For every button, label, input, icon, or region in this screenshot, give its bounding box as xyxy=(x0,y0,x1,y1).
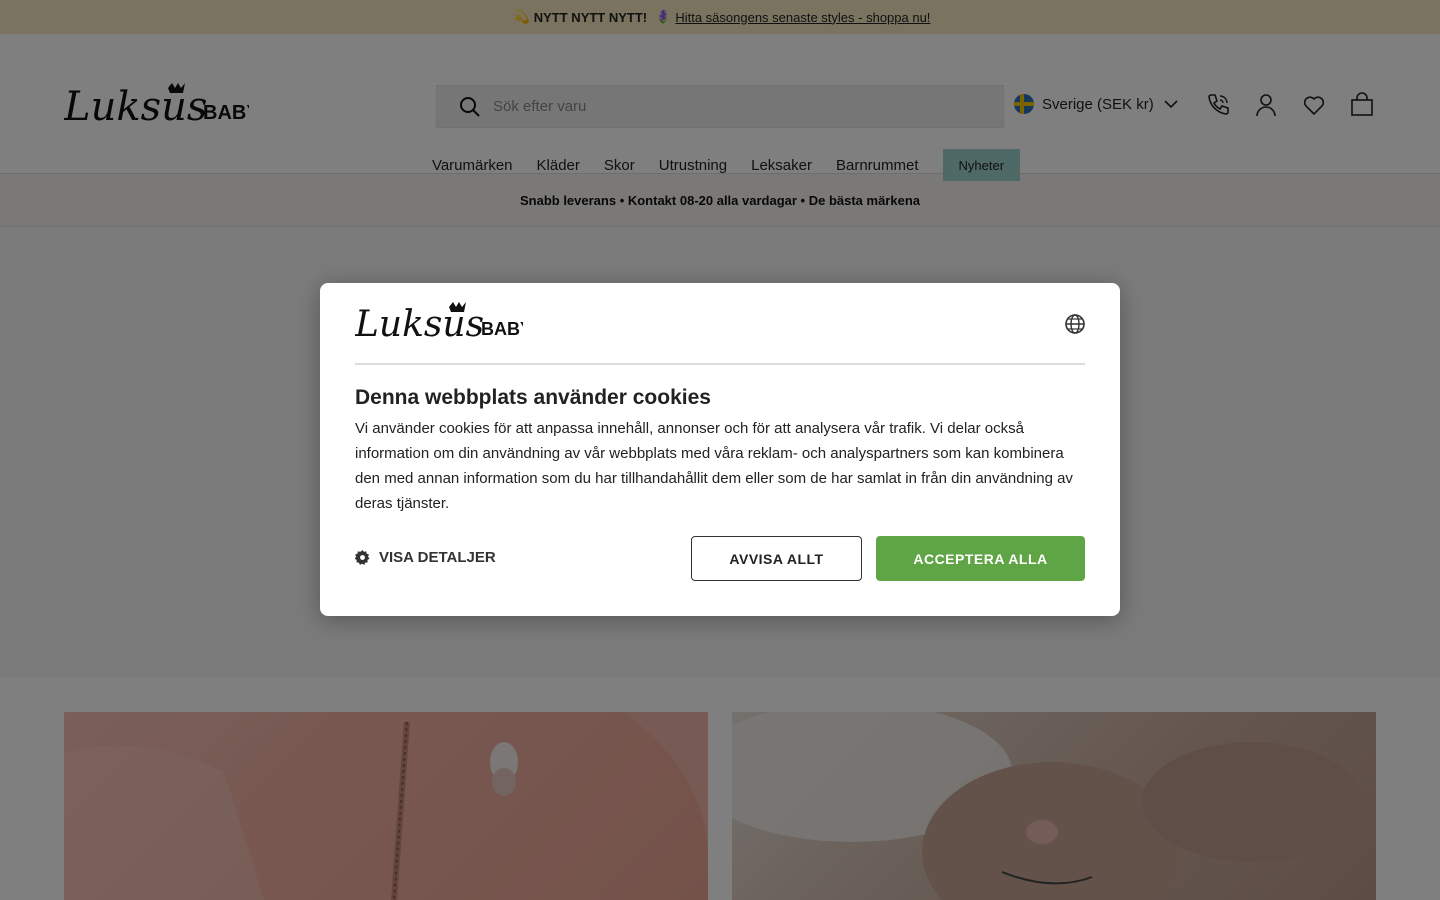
cookie-overlay: Luksus BABY Denna webbplats använder coo… xyxy=(0,0,1440,900)
gear-icon xyxy=(355,550,370,565)
accept-all-button[interactable]: ACCEPTERA ALLA xyxy=(876,536,1085,581)
cookie-body-text: Vi använder cookies för att anpassa inne… xyxy=(355,420,1073,512)
show-details-label: VISA DETALJER xyxy=(379,549,496,566)
svg-text:Luksus: Luksus xyxy=(355,304,484,345)
cookie-dialog: Luksus BABY Denna webbplats använder coo… xyxy=(320,283,1120,616)
svg-text:BABY: BABY xyxy=(481,319,523,339)
language-globe-icon[interactable] xyxy=(1064,313,1086,335)
show-details-button[interactable]: VISA DETALJER xyxy=(355,549,496,566)
reject-all-button[interactable]: AVVISA ALLT xyxy=(691,536,862,581)
cookie-dialog-logo: Luksus BABY xyxy=(355,302,523,345)
cookie-title: Denna webbplats använder cookies xyxy=(355,386,711,409)
divider xyxy=(355,363,1085,365)
